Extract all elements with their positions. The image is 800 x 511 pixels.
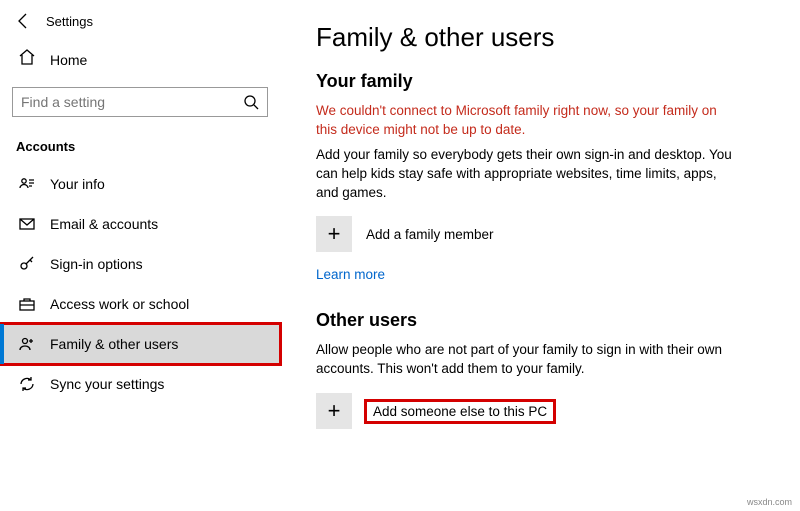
sidebar-item-email-accounts[interactable]: Email & accounts: [0, 204, 280, 244]
back-icon[interactable]: [14, 12, 32, 30]
person-card-icon: [18, 175, 36, 193]
home-button[interactable]: Home: [0, 38, 280, 81]
family-description: Add your family so everybody gets their …: [316, 146, 736, 203]
page-title: Family & other users: [316, 22, 760, 53]
section-your-family: Your family: [316, 71, 760, 92]
sidebar-item-label: Sign-in options: [50, 256, 143, 272]
search-input-wrap[interactable]: [12, 87, 268, 117]
nav-list: Your info Email & accounts Sign-in optio…: [0, 164, 280, 404]
search-icon: [243, 94, 259, 110]
sidebar-item-label: Access work or school: [50, 296, 189, 312]
window-title: Settings: [46, 14, 93, 29]
sidebar-item-label: Your info: [50, 176, 105, 192]
topbar: Settings: [0, 0, 280, 38]
add-other-user-button[interactable]: + Add someone else to this PC: [316, 393, 760, 429]
add-family-member-label: Add a family member: [366, 227, 494, 242]
section-other-users: Other users: [316, 310, 760, 331]
sidebar-item-signin-options[interactable]: Sign-in options: [0, 244, 280, 284]
sidebar-item-label: Family & other users: [50, 336, 178, 352]
home-label: Home: [50, 52, 87, 68]
add-other-user-label: Add someone else to this PC: [364, 399, 556, 424]
sync-icon: [18, 375, 36, 393]
main-content: Family & other users Your family We coul…: [280, 0, 800, 511]
add-family-member-button[interactable]: + Add a family member: [316, 216, 760, 252]
plus-icon: +: [316, 216, 352, 252]
key-icon: [18, 255, 36, 273]
learn-more-link[interactable]: Learn more: [316, 267, 385, 282]
envelope-icon: [18, 215, 36, 233]
sidebar-item-sync-settings[interactable]: Sync your settings: [0, 364, 280, 404]
people-icon: [18, 335, 36, 353]
search-input[interactable]: [21, 94, 243, 110]
category-header: Accounts: [0, 123, 280, 164]
plus-icon: +: [316, 393, 352, 429]
home-icon: [18, 48, 36, 71]
sidebar-item-family-other-users[interactable]: Family & other users: [0, 324, 280, 364]
sidebar-item-label: Sync your settings: [50, 376, 164, 392]
sidebar-item-label: Email & accounts: [50, 216, 158, 232]
sidebar-item-access-work-school[interactable]: Access work or school: [0, 284, 280, 324]
family-error-text: We couldn't connect to Microsoft family …: [316, 102, 736, 140]
watermark: wsxdn.com: [747, 497, 792, 507]
sidebar-item-your-info[interactable]: Your info: [0, 164, 280, 204]
sidebar: Settings Home Accounts Your info: [0, 0, 280, 511]
briefcase-icon: [18, 295, 36, 313]
other-users-description: Allow people who are not part of your fa…: [316, 341, 736, 379]
